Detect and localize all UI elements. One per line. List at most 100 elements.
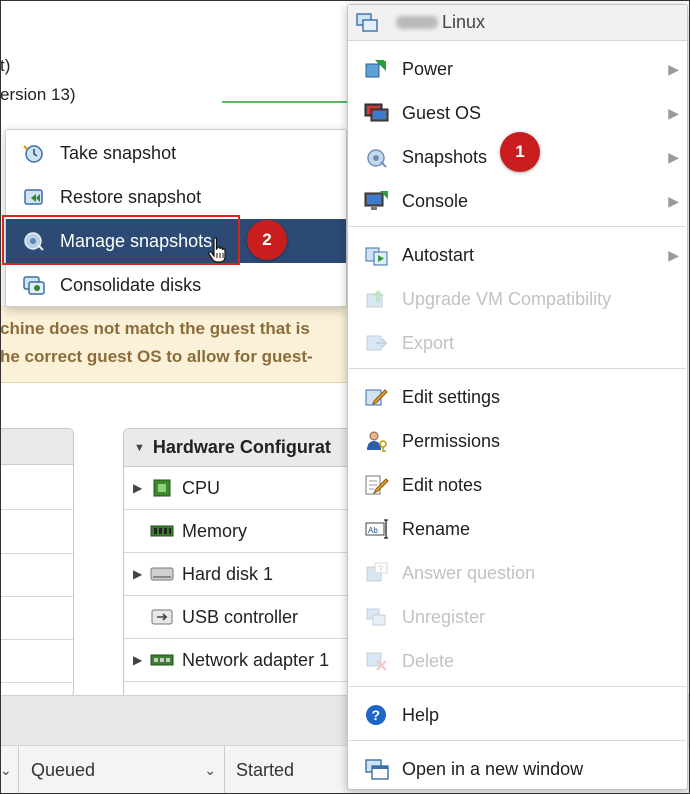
menu-item-edit-notes[interactable]: Edit notes: [348, 463, 687, 507]
collapse-triangle-icon[interactable]: ▼: [134, 442, 145, 454]
hardware-row-hard-disk[interactable]: ▶ Hard disk 1: [124, 553, 362, 596]
restore-snapshot-item[interactable]: Restore snapshot: [6, 175, 346, 219]
menu-item-autostart[interactable]: Autostart ▶: [348, 233, 687, 277]
menu-item-answer-question: ? Answer question: [348, 551, 687, 595]
permissions-icon: [367, 431, 387, 452]
expand-triangle-icon[interactable]: ▶: [133, 567, 142, 581]
column-label: Queued: [31, 760, 96, 780]
vm-context-menu: Linux Power ▶ Guest OS ▶ Snapshots ▶ Con…: [347, 4, 688, 790]
submenu-item-label: Restore snapshot: [60, 186, 202, 207]
restore-snapshot-icon: [24, 189, 43, 205]
delete-icon: [366, 652, 387, 671]
edit-notes-icon: [365, 475, 389, 495]
step-badge-1: 1: [500, 132, 540, 172]
svg-text:?: ?: [378, 564, 383, 574]
menu-item-guest-os[interactable]: Guest OS ▶: [348, 91, 687, 135]
submenu-item-label: Take snapshot: [60, 142, 177, 163]
autostart-icon: [365, 247, 388, 266]
export-icon: [366, 335, 388, 351]
menu-item-label: Export: [402, 333, 455, 353]
context-menu-title: Linux: [442, 12, 486, 32]
guest-os-icon: [364, 103, 389, 122]
expand-triangle-icon[interactable]: ▶: [133, 653, 142, 667]
hardware-row-network-adapter[interactable]: ▶ Network adapter 1: [124, 639, 362, 682]
menu-item-label: Edit notes: [402, 475, 483, 495]
usb-icon: [151, 609, 173, 625]
row-divider: [0, 596, 73, 597]
vm-summary-text-1: t): [0, 56, 11, 75]
take-snapshot-item[interactable]: Take snapshot: [6, 131, 346, 175]
hand-cursor-icon: [208, 237, 226, 263]
svg-text:?: ?: [372, 707, 381, 723]
row-divider: [0, 509, 73, 510]
hard-disk-icon: [150, 567, 174, 581]
guest-os-warning: chine does not match the guest that is h…: [0, 305, 350, 383]
network-adapter-icon: [150, 654, 174, 666]
menu-separator: [349, 686, 686, 687]
menu-item-label: Permissions: [402, 431, 501, 451]
hardware-label: Memory: [182, 520, 248, 541]
general-info-panel: [0, 428, 74, 698]
hardware-label: Hard disk 1: [182, 563, 274, 584]
chevron-down-icon[interactable]: ⌄: [0, 762, 12, 779]
help-icon: ?: [366, 705, 386, 725]
svg-text:Ab: Ab: [368, 526, 378, 535]
menu-item-label: Guest OS: [402, 103, 482, 123]
menu-item-label: Console: [402, 191, 469, 211]
menu-separator: [349, 368, 686, 369]
menu-item-console[interactable]: Console ▶: [348, 179, 687, 223]
menu-item-export: Export: [348, 321, 687, 365]
menu-item-power[interactable]: Power ▶: [348, 47, 687, 91]
chevron-down-icon[interactable]: ⌄: [204, 762, 216, 779]
hardware-panel-header[interactable]: ▼ Hardware Configurat: [124, 429, 362, 467]
submenu-arrow-icon: ▶: [668, 247, 679, 263]
hardware-label: CPU: [182, 477, 221, 498]
menu-item-label: Open in a new window: [402, 759, 584, 779]
snapshots-icon: [367, 149, 387, 168]
row-divider: [0, 639, 73, 640]
usage-bar: [222, 101, 347, 103]
rename-icon: Ab: [365, 519, 388, 539]
manage-snapshots-highlight: [2, 215, 240, 265]
column-dropdown[interactable]: ⌄: [0, 746, 18, 794]
hardware-row-cpu[interactable]: ▶ CPU: [124, 467, 362, 510]
row-divider: [0, 553, 73, 554]
consolidate-disks-item[interactable]: Consolidate disks: [6, 263, 346, 307]
hardware-panel-title: Hardware Configurat: [152, 437, 331, 457]
expand-triangle-icon[interactable]: ▶: [133, 481, 142, 495]
answer-question-icon: ?: [366, 562, 388, 582]
column-queued[interactable]: Queued ⌄: [18, 746, 224, 794]
menu-item-label: Help: [402, 705, 440, 725]
menu-item-label: Answer question: [402, 563, 536, 583]
menu-item-edit-settings[interactable]: Edit settings: [348, 375, 687, 419]
menu-item-label: Autostart: [402, 245, 475, 265]
menu-separator: [349, 740, 686, 741]
column-started[interactable]: Started: [224, 746, 354, 794]
hardware-configuration-panel: ▼ Hardware Configurat ▶ CPU Memory ▶ Har…: [123, 428, 363, 698]
memory-icon: [150, 525, 174, 537]
menu-item-label: Edit settings: [402, 387, 501, 407]
redacted-vm-name: [396, 16, 438, 29]
cpu-icon: [153, 479, 171, 497]
vm-icon: [356, 13, 378, 32]
power-icon: [365, 60, 386, 78]
menu-item-delete: Delete: [348, 639, 687, 683]
menu-separator: [349, 226, 686, 227]
step-badge-2: 2: [247, 220, 287, 260]
take-snapshot-icon: [23, 145, 43, 163]
menu-item-permissions[interactable]: Permissions: [348, 419, 687, 463]
submenu-arrow-icon: ▶: [668, 193, 679, 209]
menu-item-rename[interactable]: Ab Rename: [348, 507, 687, 551]
submenu-item-label: Consolidate disks: [60, 274, 202, 295]
upgrade-icon: [366, 290, 384, 308]
hardware-row-memory[interactable]: Memory: [124, 510, 362, 553]
panel-header: [0, 429, 73, 465]
hardware-label: USB controller: [182, 606, 299, 627]
warning-text-2: he correct guest OS to allow for guest-: [0, 347, 313, 366]
hardware-row-usb-controller[interactable]: USB controller: [124, 596, 362, 639]
column-label: Started: [236, 760, 295, 780]
menu-item-label: Delete: [402, 651, 455, 671]
menu-item-help[interactable]: ? Help: [348, 693, 687, 737]
menu-item-open-in-new-window[interactable]: Open in a new window: [348, 747, 687, 791]
unregister-icon: [366, 608, 386, 626]
